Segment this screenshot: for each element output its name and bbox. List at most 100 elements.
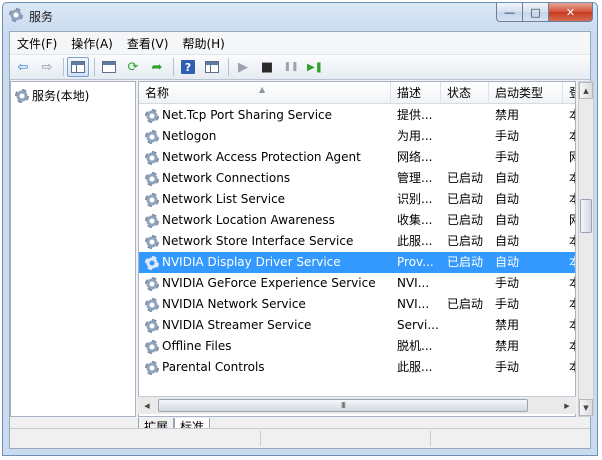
pause-icon[interactable]: ❚❚ bbox=[280, 57, 302, 77]
service-status: 已启动 bbox=[447, 255, 484, 269]
table-row[interactable]: Network List Service 识别... 已启动自动 本 bbox=[139, 189, 575, 210]
menu-file[interactable]: 文件(F) bbox=[10, 33, 64, 54]
table-row[interactable]: NVIDIA Network Service NVI... 已启动手动 本 bbox=[139, 294, 575, 315]
service-description: NVI... bbox=[397, 297, 430, 311]
service-startup-type: 禁用 bbox=[495, 339, 520, 353]
scroll-right-icon[interactable]: ▶ bbox=[559, 398, 575, 413]
service-description: 收集... bbox=[397, 213, 433, 227]
service-name-cell: Netlogon bbox=[145, 126, 395, 147]
service-description: Prov... bbox=[397, 255, 434, 269]
service-gear-icon bbox=[145, 213, 159, 228]
scroll-down-icon[interactable]: ▼ bbox=[579, 399, 593, 416]
service-name: Network Connections bbox=[162, 171, 291, 185]
menu-help[interactable]: 帮助(H) bbox=[175, 33, 231, 54]
service-startup-type: 自动 bbox=[495, 213, 520, 227]
service-name: NVIDIA Display Driver Service bbox=[162, 255, 341, 269]
service-name: NVIDIA GeForce Experience Service bbox=[162, 276, 376, 290]
console-tree-pane: 服务(本地) bbox=[10, 81, 136, 417]
scroll-up-icon[interactable]: ▲ bbox=[579, 82, 593, 99]
column-description[interactable]: 描述 bbox=[391, 82, 441, 104]
service-status: 已启动 bbox=[447, 213, 484, 227]
service-logon: 本 bbox=[569, 168, 575, 189]
menu-view[interactable]: 查看(V) bbox=[120, 33, 176, 54]
table-row[interactable]: Network Access Protection Agent 网络... 手动 网 bbox=[139, 147, 575, 168]
service-name-cell: Parental Controls bbox=[145, 357, 395, 378]
help-icon[interactable]: ? bbox=[177, 57, 199, 77]
table-row[interactable]: Parental Controls 此服... 手动 本 bbox=[139, 357, 575, 378]
view-icon[interactable] bbox=[201, 57, 223, 77]
service-name: Network Access Protection Agent bbox=[162, 150, 361, 164]
tree-item-services-local[interactable]: 服务(本地) bbox=[15, 87, 89, 104]
column-name[interactable]: 名称 ▲ bbox=[139, 82, 391, 104]
stop-icon[interactable]: ■ bbox=[256, 57, 278, 77]
service-logon: 网 bbox=[569, 147, 575, 168]
service-name: Parental Controls bbox=[162, 360, 265, 374]
service-status bbox=[447, 336, 493, 357]
service-logon: 本 bbox=[569, 105, 575, 126]
table-row[interactable]: NVIDIA Display Driver Service Prov... 已启动自… bbox=[139, 252, 575, 273]
service-startup-type: 自动 bbox=[495, 255, 520, 269]
service-status: 已启动 bbox=[447, 171, 484, 185]
toolbar-separator bbox=[228, 58, 229, 76]
service-startup-type: 自动 bbox=[495, 234, 520, 248]
table-row[interactable]: Network Connections 管理... 已启动自动 本 bbox=[139, 168, 575, 189]
service-logon: 本 bbox=[569, 126, 575, 147]
table-row[interactable]: NVIDIA GeForce Experience Service NVI... 手… bbox=[139, 273, 575, 294]
service-gear-icon bbox=[145, 171, 159, 186]
maximize-button[interactable]: □ bbox=[523, 3, 549, 22]
service-logon: 本 bbox=[569, 294, 575, 315]
title-bar[interactable]: 服务 — □ ✕ bbox=[3, 3, 597, 29]
service-description: 为用... bbox=[397, 129, 433, 143]
service-name-cell: Network Access Protection Agent bbox=[145, 147, 395, 168]
vertical-scroll-thumb[interactable] bbox=[580, 199, 592, 233]
scroll-left-icon[interactable]: ◀ bbox=[139, 398, 155, 413]
forward-icon[interactable]: ⇨ bbox=[36, 57, 58, 77]
refresh-icon[interactable]: ⟳ bbox=[122, 57, 144, 77]
service-logon: 本 bbox=[569, 231, 575, 252]
table-row[interactable]: NVIDIA Streamer Service Servi... 禁用 本 bbox=[139, 315, 575, 336]
services-window: 服务 — □ ✕ 文件(F) 操作(A) 查看(V) 帮助(H) ⇦ ⇨ ⟳ ➦… bbox=[2, 2, 598, 456]
horizontal-scrollbar[interactable]: ◀ III ▶ bbox=[138, 396, 576, 414]
close-button[interactable]: ✕ bbox=[549, 3, 593, 22]
service-description: 脱机... bbox=[397, 339, 433, 353]
column-startup-type[interactable]: 启动类型 bbox=[489, 82, 563, 104]
help-glyph: ? bbox=[181, 60, 195, 74]
table-row[interactable]: Network Store Interface Service 此服... 已启动自… bbox=[139, 231, 575, 252]
service-name-cell: Offline Files bbox=[145, 336, 395, 357]
service-startup-type: 自动 bbox=[495, 171, 520, 185]
properties-icon[interactable] bbox=[98, 57, 120, 77]
service-name: Net.Tcp Port Sharing Service bbox=[162, 108, 333, 122]
services-gear-icon bbox=[15, 88, 29, 103]
vertical-scrollbar[interactable]: ▲ ▼ bbox=[578, 81, 594, 417]
sort-ascending-icon: ▲ bbox=[259, 85, 266, 94]
table-row[interactable]: Net.Tcp Port Sharing Service 提供... 禁用 本 bbox=[139, 105, 575, 126]
toolbar-separator bbox=[94, 58, 95, 76]
service-startup-type: 手动 bbox=[495, 297, 520, 311]
start-icon[interactable]: ▶ bbox=[232, 57, 254, 77]
table-row[interactable]: Netlogon 为用... 手动 本 bbox=[139, 126, 575, 147]
service-name-cell: NVIDIA Network Service bbox=[145, 294, 395, 315]
menu-action[interactable]: 操作(A) bbox=[64, 33, 120, 54]
console-tree-icon[interactable] bbox=[67, 57, 89, 77]
toolbar-separator bbox=[173, 58, 174, 76]
restart-icon[interactable]: ▶❚ bbox=[304, 57, 326, 77]
service-description: 识别... bbox=[397, 192, 433, 206]
service-name-cell: NVIDIA GeForce Experience Service bbox=[145, 273, 395, 294]
export-icon[interactable]: ➦ bbox=[146, 57, 168, 77]
table-row[interactable]: Offline Files 脱机... 禁用 本 bbox=[139, 336, 575, 357]
service-description: 网络... bbox=[397, 150, 433, 164]
table-row[interactable]: Network Location Awareness 收集... 已启动自动 网 bbox=[139, 210, 575, 231]
service-gear-icon bbox=[145, 108, 159, 123]
status-bar bbox=[10, 428, 590, 448]
service-logon: 网 bbox=[569, 210, 575, 231]
horizontal-scroll-thumb[interactable]: III bbox=[158, 399, 528, 412]
service-status bbox=[447, 357, 493, 378]
minimize-button[interactable]: — bbox=[496, 3, 523, 22]
service-startup-type: 手动 bbox=[495, 150, 520, 164]
column-status[interactable]: 状态 bbox=[441, 82, 489, 104]
column-logon[interactable]: 登 bbox=[563, 82, 575, 104]
back-icon[interactable]: ⇦ bbox=[12, 57, 34, 77]
service-startup-type: 手动 bbox=[495, 129, 520, 143]
service-gear-icon bbox=[145, 339, 159, 354]
service-name-cell: Net.Tcp Port Sharing Service bbox=[145, 105, 395, 126]
